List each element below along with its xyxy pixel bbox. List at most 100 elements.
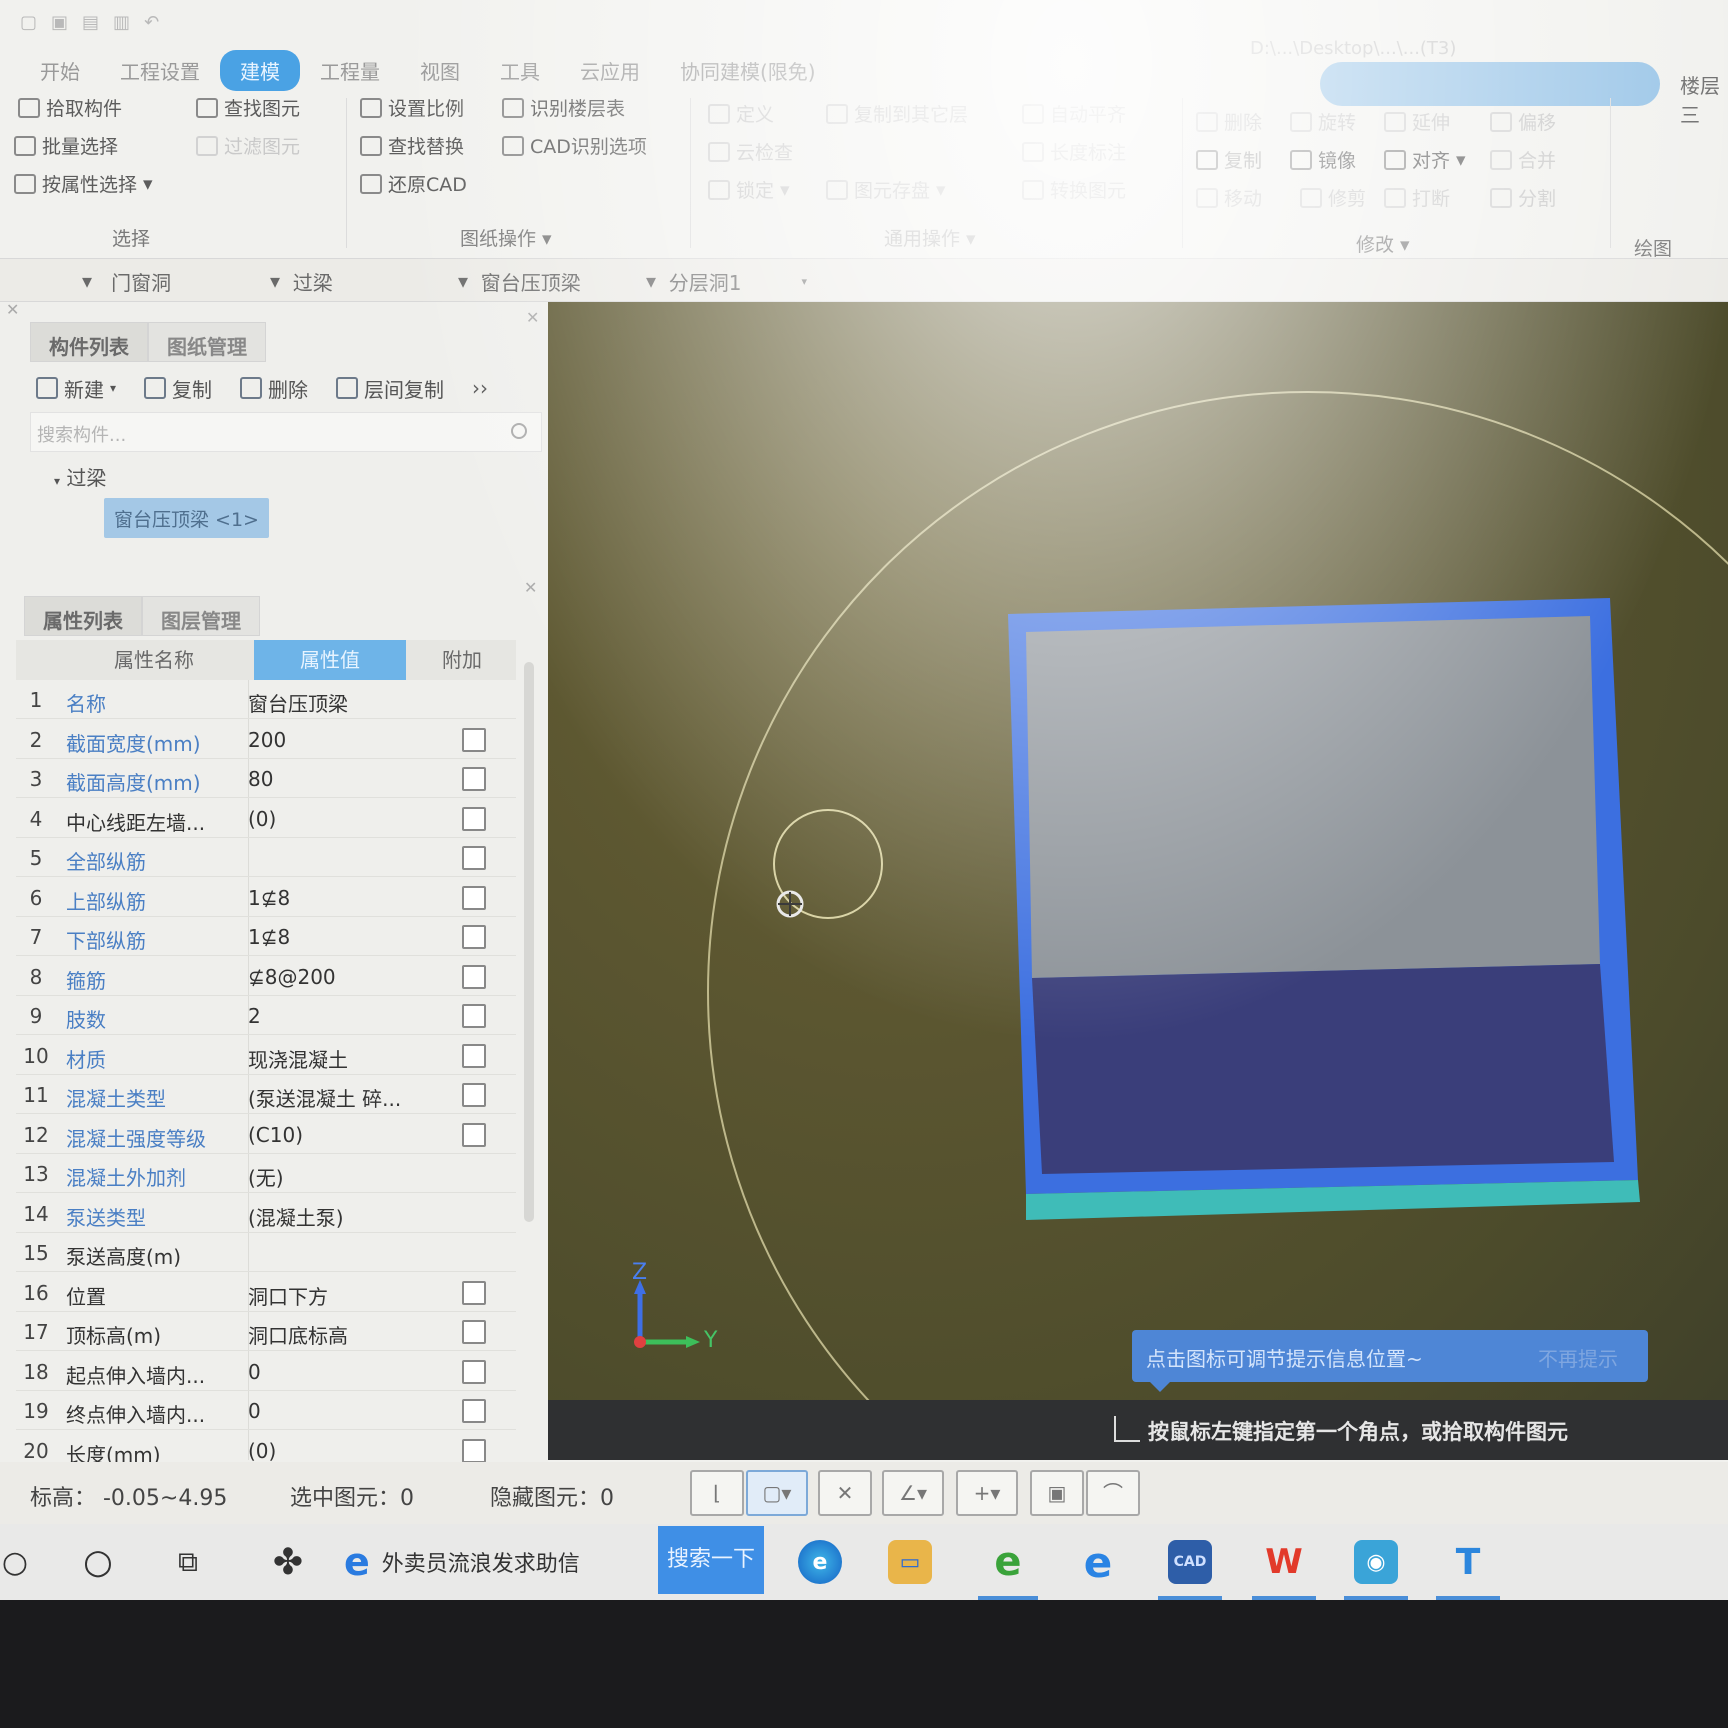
tab-view[interactable]: 视图 <box>400 50 480 91</box>
table-row[interactable]: 10 材质 现浇混凝土 <box>16 1036 516 1075</box>
search-icon[interactable] <box>511 423 527 439</box>
delete-button[interactable]: 删除 <box>1196 108 1262 135</box>
split-button[interactable]: 分割 <box>1490 184 1556 211</box>
tab-quantity[interactable]: 工程量 <box>300 50 400 91</box>
property-value[interactable]: 1⊈8 <box>248 886 290 910</box>
length-dimension-button[interactable]: 长度标注 <box>1022 138 1126 165</box>
property-scrollbar[interactable] <box>524 662 534 1222</box>
find-element-button[interactable]: 查找图元 <box>196 94 300 121</box>
cad-options-button[interactable]: CAD识别选项 <box>502 132 647 159</box>
merge-button[interactable]: 合并 <box>1490 146 1556 173</box>
property-value[interactable]: (混凝土泵) <box>248 1202 344 1231</box>
mirror-button[interactable]: 镜像 <box>1290 146 1356 173</box>
extra-checkbox[interactable] <box>462 964 486 989</box>
edge-legacy-icon[interactable]: e <box>1060 1524 1136 1600</box>
extra-checkbox[interactable] <box>462 1320 486 1344</box>
display-toggle[interactable]: ▣ <box>1030 1470 1084 1516</box>
property-value[interactable]: 现浇混凝土 <box>248 1044 348 1073</box>
table-row[interactable]: 3 截面高度(mm) 80 <box>16 759 516 798</box>
new-component-button[interactable]: 新建 ▾ <box>36 374 116 403</box>
tab-project-settings[interactable]: 工程设置 <box>100 50 220 91</box>
property-value[interactable]: 洞口底标高 <box>248 1320 348 1349</box>
angle-dropdown[interactable]: ∠▾ <box>882 1470 944 1516</box>
property-value[interactable]: 2 <box>248 1004 261 1028</box>
tab-drawing-management[interactable]: 图纸管理 <box>148 322 266 362</box>
property-value[interactable]: 80 <box>248 767 273 791</box>
component-dropdown[interactable]: ▾ 窗台压顶梁 <box>458 265 581 297</box>
intersection-snap-toggle[interactable]: ✕ <box>818 1470 872 1516</box>
print-icon[interactable]: ▥ <box>113 12 130 36</box>
property-value[interactable]: (泵送混凝土 碎... <box>248 1083 401 1112</box>
trim-button[interactable]: 修剪 <box>1300 184 1366 211</box>
convert-element-button[interactable]: 转换图元 <box>1022 176 1126 203</box>
close-icon[interactable]: ✕ <box>524 578 537 597</box>
copy-component-button[interactable]: 复制 <box>144 374 212 403</box>
property-value[interactable]: 0 <box>248 1360 261 1384</box>
file-explorer-icon[interactable]: ▭ <box>880 1524 940 1600</box>
arc-toggle[interactable]: ⌒ <box>1086 1470 1140 1516</box>
save-element-button[interactable]: 图元存盘 ▾ <box>826 176 946 203</box>
drawing-canvas[interactable]: Z Y 点击图标可调节提示信息位置~ 不再提示 按鼠标左键指定第一个角点，或拾取… <box>548 302 1728 1460</box>
more-icon[interactable]: ›› <box>472 376 488 400</box>
viewer-icon[interactable]: ◉ <box>1336 1524 1416 1600</box>
tree-leaf-selected[interactable]: 窗台压顶梁 <1> <box>104 498 269 538</box>
table-row[interactable]: 15 泵送高度(m) <box>16 1233 516 1272</box>
table-row[interactable]: 12 混凝土强度等级 (C10) <box>16 1115 516 1154</box>
table-row[interactable]: 8 箍筋 ⊈8@200 <box>16 957 516 996</box>
lock-button[interactable]: 锁定 ▾ <box>708 176 790 203</box>
copy-to-other-floor-button[interactable]: 复制到其它层 <box>826 100 968 127</box>
search-button[interactable]: 搜索一下 <box>658 1526 764 1594</box>
pick-component-button[interactable]: 拾取构件 <box>18 94 122 121</box>
extend-button[interactable]: 延伸 <box>1384 108 1450 135</box>
extra-checkbox[interactable] <box>462 1280 486 1305</box>
table-row[interactable]: 17 顶标高(m) 洞口底标高 <box>16 1312 516 1351</box>
align-button[interactable]: 对齐 ▾ <box>1384 146 1466 173</box>
tab-collaboration[interactable]: 协同建模(限免) <box>660 50 836 91</box>
break-button[interactable]: 打断 <box>1384 184 1450 211</box>
close-icon[interactable]: ✕ <box>6 300 19 319</box>
move-button[interactable]: 移动 <box>1196 184 1262 211</box>
rotate-button[interactable]: 旋转 <box>1290 108 1356 135</box>
table-row[interactable]: 1 名称 窗台压顶梁 <box>16 680 516 719</box>
batch-select-button[interactable]: 批量选择 <box>14 132 118 159</box>
table-row[interactable]: 7 下部纵筋 1⊈8 <box>16 917 516 956</box>
save-icon[interactable]: ▤ <box>82 12 99 36</box>
cortana-icon[interactable]: ○ <box>70 1524 126 1600</box>
property-value[interactable]: 洞口下方 <box>248 1281 328 1310</box>
extra-checkbox[interactable] <box>462 767 486 791</box>
tab-cloud[interactable]: 云应用 <box>560 50 660 91</box>
auto-align-button[interactable]: 自动平齐 <box>1022 100 1126 127</box>
taskbar-search-box[interactable]: e 外卖员流浪发求助信 <box>344 1524 654 1600</box>
ortho-toggle[interactable]: ⌊ <box>690 1470 744 1516</box>
extra-checkbox[interactable] <box>462 806 486 831</box>
pinwheel-app-icon[interactable]: ✤ <box>258 1524 318 1600</box>
property-value[interactable]: (0) <box>248 1439 276 1463</box>
table-row[interactable]: 16 位置 洞口下方 <box>16 1273 516 1312</box>
copy-between-floors-button[interactable]: 层间复制 <box>336 374 444 403</box>
table-row[interactable]: 6 上部纵筋 1⊈8 <box>16 878 516 917</box>
wps-icon[interactable]: W <box>1244 1524 1324 1600</box>
tab-property-list[interactable]: 属性列表 <box>24 596 142 636</box>
edge-icon[interactable]: e <box>790 1524 850 1600</box>
tab-tools[interactable]: 工具 <box>480 50 560 91</box>
open-file-icon[interactable]: ▣ <box>51 12 68 36</box>
new-file-icon[interactable]: ▢ <box>20 12 37 36</box>
extra-checkbox[interactable] <box>462 1399 486 1423</box>
tip-dismiss-link[interactable]: 不再提示 <box>1538 1343 1618 1372</box>
extra-checkbox[interactable] <box>462 1004 486 1028</box>
tab-modeling[interactable]: 建模 <box>220 49 300 91</box>
copy-button[interactable]: 复制 <box>1196 146 1262 173</box>
property-value[interactable]: 0 <box>248 1399 261 1423</box>
extra-checkbox[interactable] <box>462 925 486 949</box>
table-row[interactable]: 11 混凝土类型 (泵送混凝土 碎... <box>16 1075 516 1114</box>
table-row[interactable]: 19 终点伸入墙内... 0 <box>16 1391 516 1430</box>
extra-checkbox[interactable] <box>462 1438 486 1463</box>
delete-component-button[interactable]: 删除 <box>240 374 308 403</box>
tip-banner[interactable]: 点击图标可调节提示信息位置~ 不再提示 <box>1132 1330 1648 1392</box>
property-value[interactable]: (无) <box>248 1162 284 1191</box>
property-value[interactable]: (C10) <box>248 1123 303 1147</box>
snap-dropdown[interactable]: ▢▾ <box>746 1470 808 1516</box>
tab-layer-management[interactable]: 图层管理 <box>142 596 260 636</box>
extra-checkbox[interactable] <box>462 846 486 870</box>
restore-cad-button[interactable]: 还原CAD <box>360 170 467 197</box>
